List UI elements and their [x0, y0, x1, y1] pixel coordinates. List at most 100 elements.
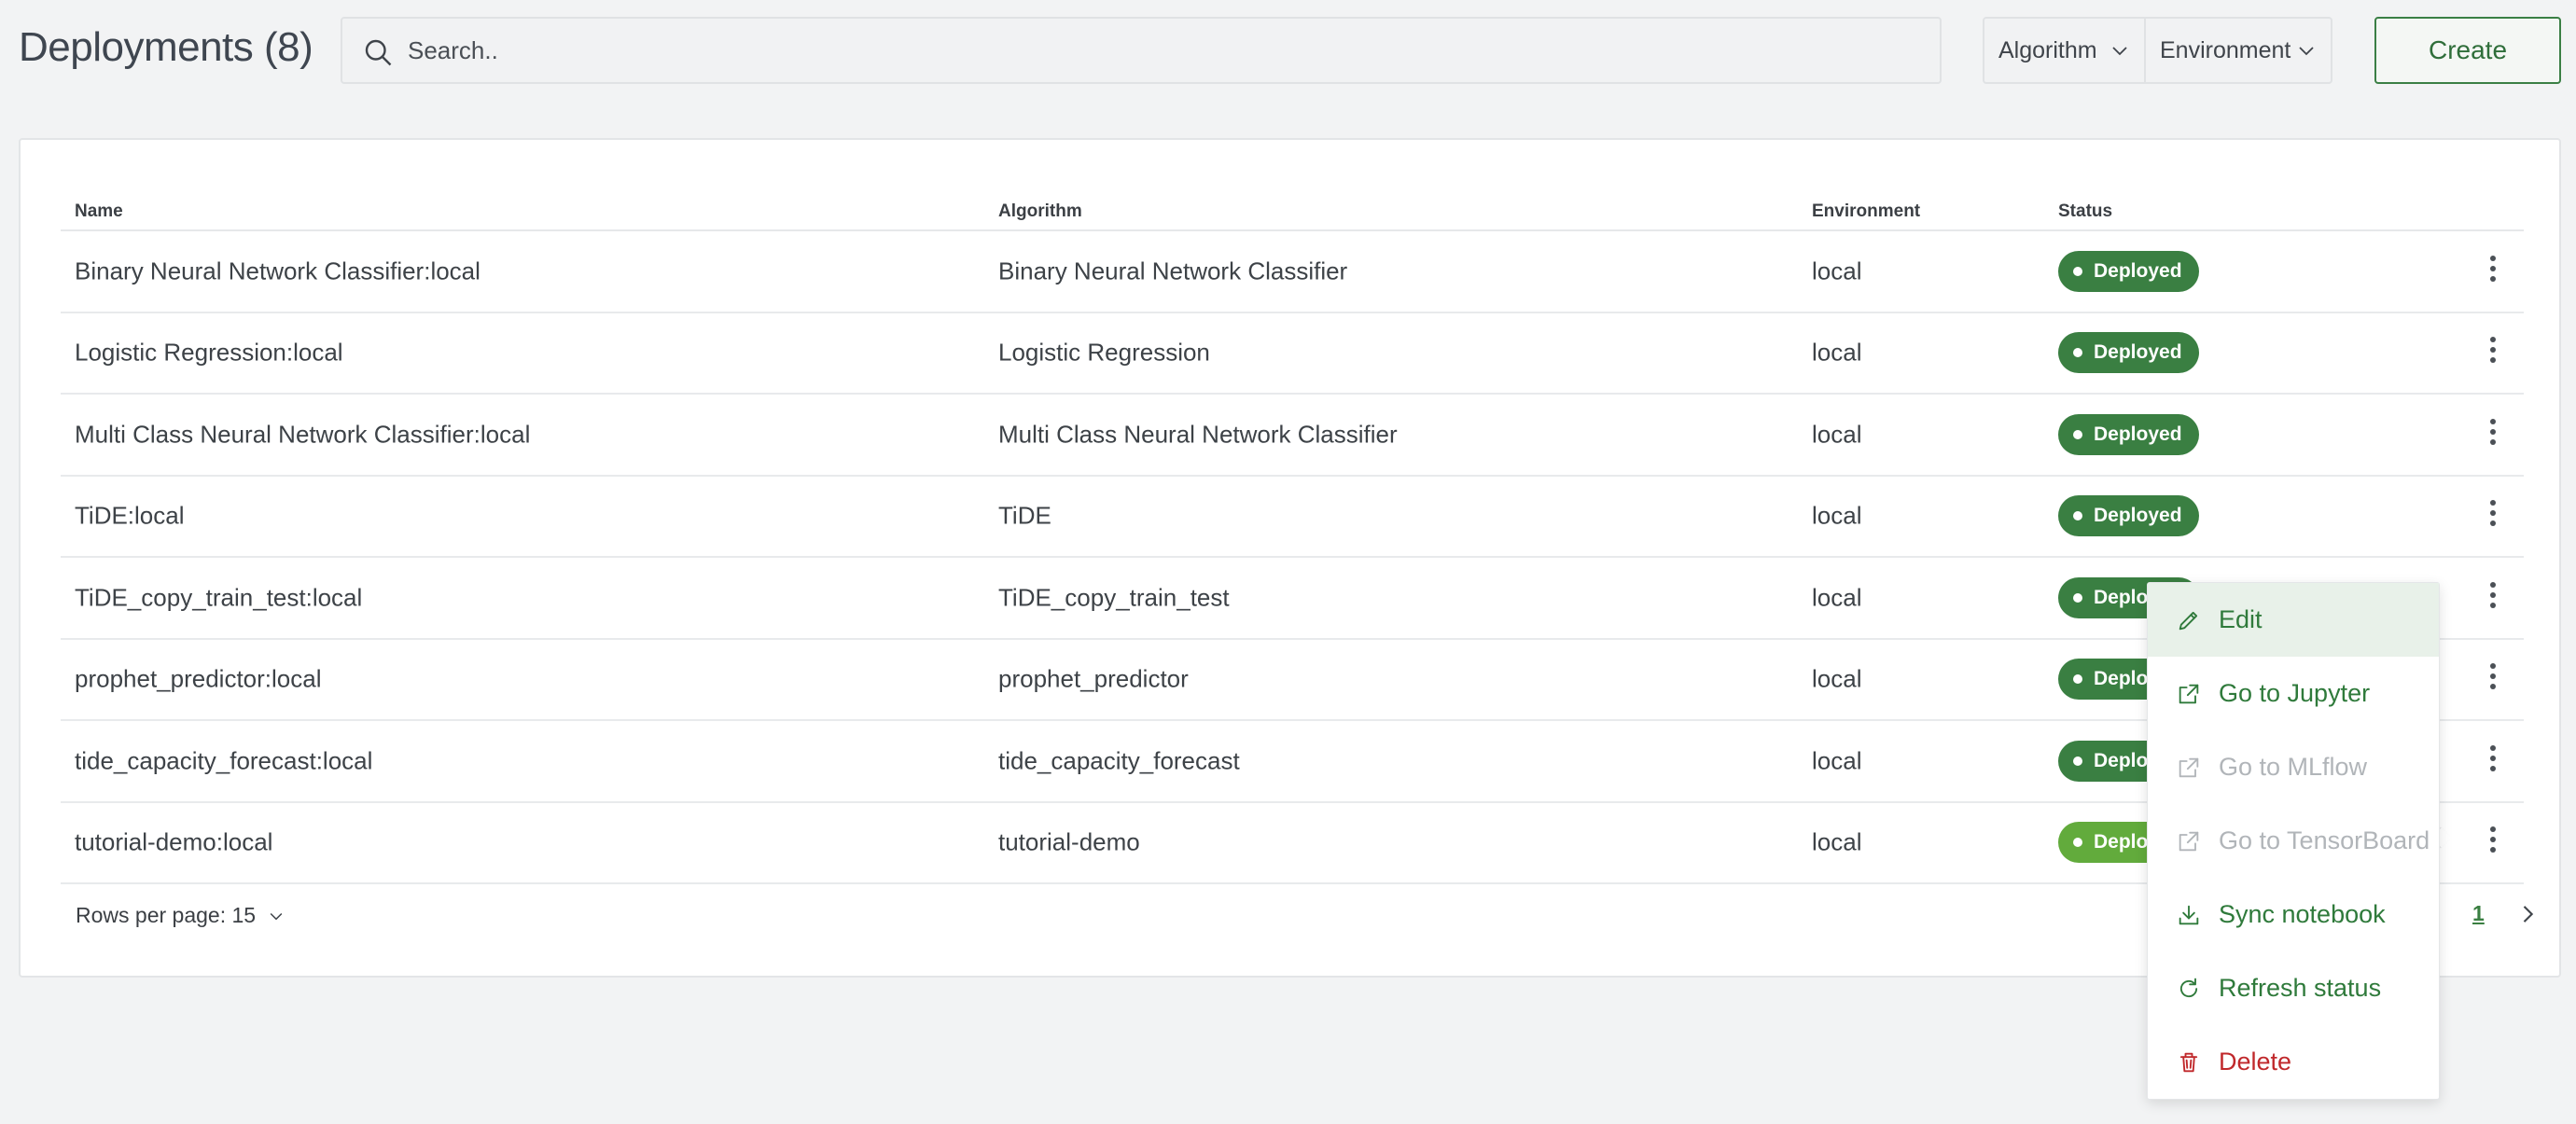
search-box[interactable]	[341, 17, 1942, 84]
deployment-environment: local	[1812, 338, 1862, 367]
menu-item-go-to-tensorboard: Go to TensorBoard	[2148, 804, 2439, 878]
row-actions-menu: Edit Go to Jupyter Go to MLflow Go to Te…	[2147, 582, 2440, 1100]
status-badge-pill: Deployed	[2058, 332, 2199, 374]
deployment-name[interactable]: TiDE_copy_train_test:local	[75, 583, 362, 612]
deployment-name[interactable]: TiDE:local	[75, 502, 185, 531]
chevron-down-icon	[2112, 47, 2127, 56]
chevron-right-icon[interactable]	[2514, 899, 2541, 929]
menu-item-go-to-jupyter[interactable]: Go to Jupyter	[2148, 657, 2439, 730]
menu-item-label: Go to MLflow	[2219, 753, 2368, 781]
deployment-algorithm: prophet_predictor	[998, 664, 1189, 693]
deployment-name[interactable]: tide_capacity_forecast:local	[75, 746, 372, 775]
status-dot-icon	[2073, 429, 2082, 439]
more-actions-icon[interactable]	[2484, 663, 2502, 695]
status-badge-label: Deployed	[2094, 259, 2182, 282]
deployment-environment: local	[1812, 827, 1862, 856]
table-header: Name Algorithm Environment Status	[61, 185, 2524, 231]
menu-item-sync-notebook[interactable]: Sync notebook	[2148, 878, 2439, 951]
rows-per-page-select[interactable]: Rows per page: 15	[76, 903, 285, 928]
deployment-algorithm: tutorial-demo	[998, 827, 1140, 856]
status-badge-label: Deployed	[2094, 505, 2182, 527]
deployment-environment: local	[1812, 583, 1862, 612]
deployment-environment: local	[1812, 746, 1862, 775]
trash-icon	[2179, 1052, 2198, 1072]
algorithm-filter-label: Algorithm	[1998, 36, 2097, 63]
download-icon	[2179, 905, 2199, 924]
status-dot-icon	[2073, 348, 2082, 358]
status-badge: Deployed	[2058, 495, 2199, 537]
deployment-name[interactable]: Logistic Regression:local	[75, 339, 343, 368]
status-badge-pill: Deployed	[2058, 413, 2199, 455]
menu-item-label: Delete	[2219, 1048, 2292, 1075]
search-input[interactable]	[408, 19, 1901, 82]
status-dot-icon	[2073, 592, 2082, 603]
table-row[interactable]: Multi Class Neural Network Classifier:lo…	[61, 395, 2524, 477]
deployment-algorithm: tide_capacity_forecast	[998, 746, 1240, 775]
filter-group: Algorithm Environment	[1983, 17, 2332, 84]
status-badge-pill: Deployed	[2058, 495, 2199, 537]
status-badge: Deployed	[2058, 332, 2199, 374]
deployment-algorithm: TiDE	[998, 501, 1051, 530]
algorithm-filter[interactable]: Algorithm	[1984, 19, 2146, 82]
table-row[interactable]: Logistic Regression:local Logistic Regre…	[61, 313, 2524, 395]
status-badge: Deployed	[2058, 250, 2199, 292]
status-dot-icon	[2073, 756, 2082, 766]
deployment-algorithm: TiDE_copy_train_test	[998, 583, 1230, 612]
deployment-algorithm: Multi Class Neural Network Classifier	[998, 420, 1398, 449]
search-icon	[365, 39, 392, 66]
rows-per-page-label: Rows per page: 15	[76, 903, 257, 927]
column-header-status[interactable]: Status	[2058, 201, 2112, 222]
menu-item-label: Go to Jupyter	[2219, 679, 2371, 707]
more-actions-icon[interactable]	[2484, 744, 2502, 777]
deployment-environment: local	[1812, 257, 1862, 285]
deployment-algorithm: Logistic Regression	[998, 338, 1210, 367]
deployment-name[interactable]: Binary Neural Network Classifier:local	[75, 257, 480, 285]
more-actions-icon[interactable]	[2484, 337, 2502, 368]
column-header-environment[interactable]: Environment	[1812, 201, 1920, 222]
menu-item-edit[interactable]: Edit	[2148, 583, 2439, 657]
status-dot-icon	[2073, 266, 2082, 276]
status-dot-icon	[2073, 674, 2082, 685]
deployment-environment: local	[1812, 664, 1862, 693]
external-link-icon	[2179, 831, 2199, 851]
create-button[interactable]: Create	[2374, 17, 2561, 84]
table-row[interactable]: TiDE:local TiDE local Deployed	[61, 477, 2524, 558]
chevron-down-icon	[2299, 47, 2314, 56]
menu-item-label: Edit	[2219, 605, 2263, 633]
status-badge-label: Deployed	[2094, 341, 2182, 364]
pencil-icon	[2179, 611, 2198, 630]
status-dot-icon	[2073, 511, 2082, 521]
menu-item-delete[interactable]: Delete	[2148, 1025, 2439, 1099]
table-row[interactable]: Binary Neural Network Classifier:local B…	[61, 231, 2524, 313]
column-header-name[interactable]: Name	[75, 201, 123, 222]
status-badge-label: Deployed	[2094, 423, 2182, 445]
external-link-icon	[2179, 684, 2199, 703]
external-link-icon	[2179, 757, 2199, 777]
deployment-name[interactable]: tutorial-demo:local	[75, 828, 272, 857]
column-header-algorithm[interactable]: Algorithm	[998, 201, 1082, 222]
menu-item-label: Go to TensorBoard	[2219, 826, 2430, 854]
deployment-environment: local	[1812, 501, 1862, 530]
menu-item-go-to-mlflow: Go to MLflow	[2148, 730, 2439, 804]
menu-item-label: Sync notebook	[2219, 900, 2386, 928]
menu-item-label: Refresh status	[2219, 974, 2382, 1002]
header: Deployments (8) Algorithm Environment Cr…	[0, 0, 2576, 103]
deployment-environment: local	[1812, 420, 1862, 449]
deployment-algorithm: Binary Neural Network Classifier	[998, 257, 1348, 285]
more-actions-icon[interactable]	[2484, 581, 2502, 614]
refresh-icon	[2179, 978, 2198, 997]
more-actions-icon[interactable]	[2484, 255, 2502, 287]
menu-item-refresh-status[interactable]: Refresh status	[2148, 951, 2439, 1025]
more-actions-icon[interactable]	[2484, 500, 2502, 532]
more-actions-icon[interactable]	[2484, 826, 2502, 858]
more-actions-icon[interactable]	[2484, 418, 2502, 451]
environment-filter[interactable]: Environment	[2146, 19, 2331, 82]
status-badge: Deployed	[2058, 413, 2199, 455]
deployment-name[interactable]: prophet_predictor:local	[75, 665, 322, 694]
page-title: Deployments (8)	[19, 24, 313, 70]
deployment-name[interactable]: Multi Class Neural Network Classifier:lo…	[75, 420, 530, 449]
status-badge-pill: Deployed	[2058, 250, 2199, 292]
page-number[interactable]: 1	[2472, 901, 2485, 926]
chevron-down-icon	[270, 912, 283, 920]
environment-filter-label: Environment	[2160, 36, 2291, 63]
